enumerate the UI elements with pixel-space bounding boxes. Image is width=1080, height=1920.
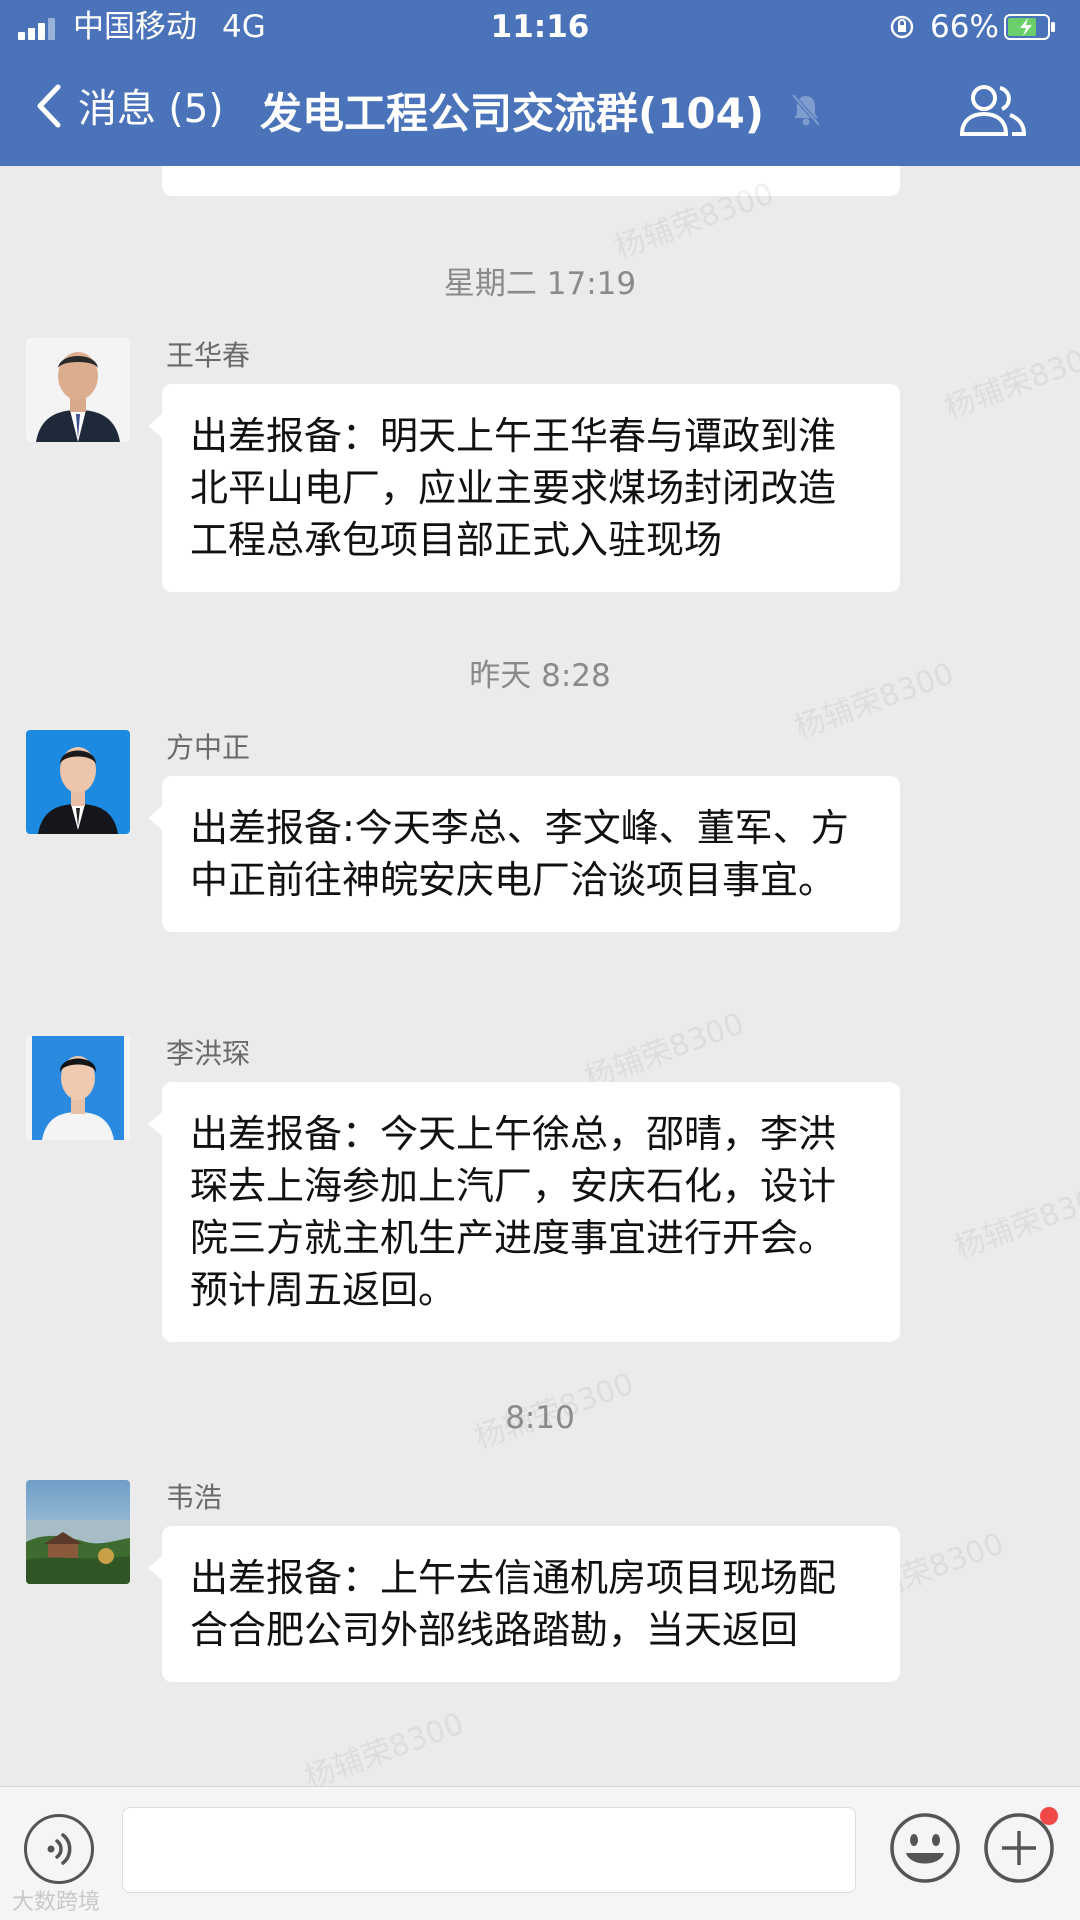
watermark: 杨辅荣8300 [940, 336, 1080, 427]
battery-icon [1004, 14, 1055, 40]
sender-name: 韦浩 [166, 1481, 223, 1514]
avatar[interactable] [26, 338, 130, 442]
message-bubble[interactable]: 出差报备：今天上午徐总，邵晴，李洪琛去上海参加上汽厂，安庆石化，设计院三方就主机… [148, 1082, 900, 1342]
message-bubble [162, 166, 900, 196]
back-button[interactable]: 消息 (5) [34, 74, 224, 138]
status-bar: 中国移动 4G 11:16 66% [0, 0, 1080, 54]
avatar[interactable] [26, 1480, 130, 1584]
chat-list[interactable]: 杨辅荣8300 杨辅荣8300 杨辅荣8300 杨辅荣8300 杨辅荣8300 … [0, 166, 1080, 1786]
watermark: 杨辅荣8300 [950, 1176, 1080, 1267]
voice-icon [47, 1833, 72, 1865]
sender-name: 李洪琛 [166, 1037, 251, 1070]
nav-bar: 消息 (5) 发电工程公司交流群(104) [0, 54, 1080, 166]
sender-name: 王华春 [166, 339, 251, 372]
rotation-lock-icon [890, 15, 914, 39]
message-bubble[interactable]: 出差报备：明天上午王华春与谭政到淮北平山电厂，应业主要求煤场封闭改造工程总承包项… [148, 384, 900, 592]
time-divider: 8:10 [505, 1400, 575, 1436]
sender-name: 方中正 [166, 731, 251, 764]
chat-title: 发电工程公司交流群(104) [260, 89, 765, 138]
watermark: 杨辅荣8300 [300, 1706, 469, 1786]
message-bubble[interactable]: 出差报备：上午去信通机房项目现场配合合肥公司外部线路踏勘，当天返回 [148, 1526, 900, 1682]
message-input[interactable] [122, 1807, 856, 1893]
status-time: 11:16 [490, 9, 590, 45]
bell-off-icon [791, 93, 821, 127]
battery-percent: 66% [930, 9, 999, 45]
group-members-icon[interactable] [958, 82, 1028, 138]
message-bubble[interactable]: 出差报备:今天李总、李文峰、董军、方中正前往神皖安庆电厂洽谈项目事宜。 [148, 776, 900, 932]
chat-screen: 中国移动 4G 11:16 66% 消息 (5) 发电工程公司交流群(104) … [0, 0, 1080, 1920]
time-divider: 星期二 17:19 [443, 266, 637, 302]
input-bar [0, 1786, 1080, 1920]
avatar[interactable] [26, 1036, 130, 1140]
voice-button[interactable] [24, 1814, 94, 1884]
avatar[interactable] [26, 730, 130, 834]
emoji-icon[interactable] [888, 1811, 962, 1885]
back-label: 消息 (5) [78, 87, 224, 132]
notification-dot [1040, 1807, 1058, 1825]
top-bar: 中国移动 4G 11:16 66% 消息 (5) 发电工程公司交流群(104) [0, 0, 1080, 166]
chevron-left-icon [37, 84, 61, 128]
corner-watermark: 大数跨境 [12, 1890, 101, 1915]
time-divider: 昨天 8:28 [469, 658, 611, 694]
